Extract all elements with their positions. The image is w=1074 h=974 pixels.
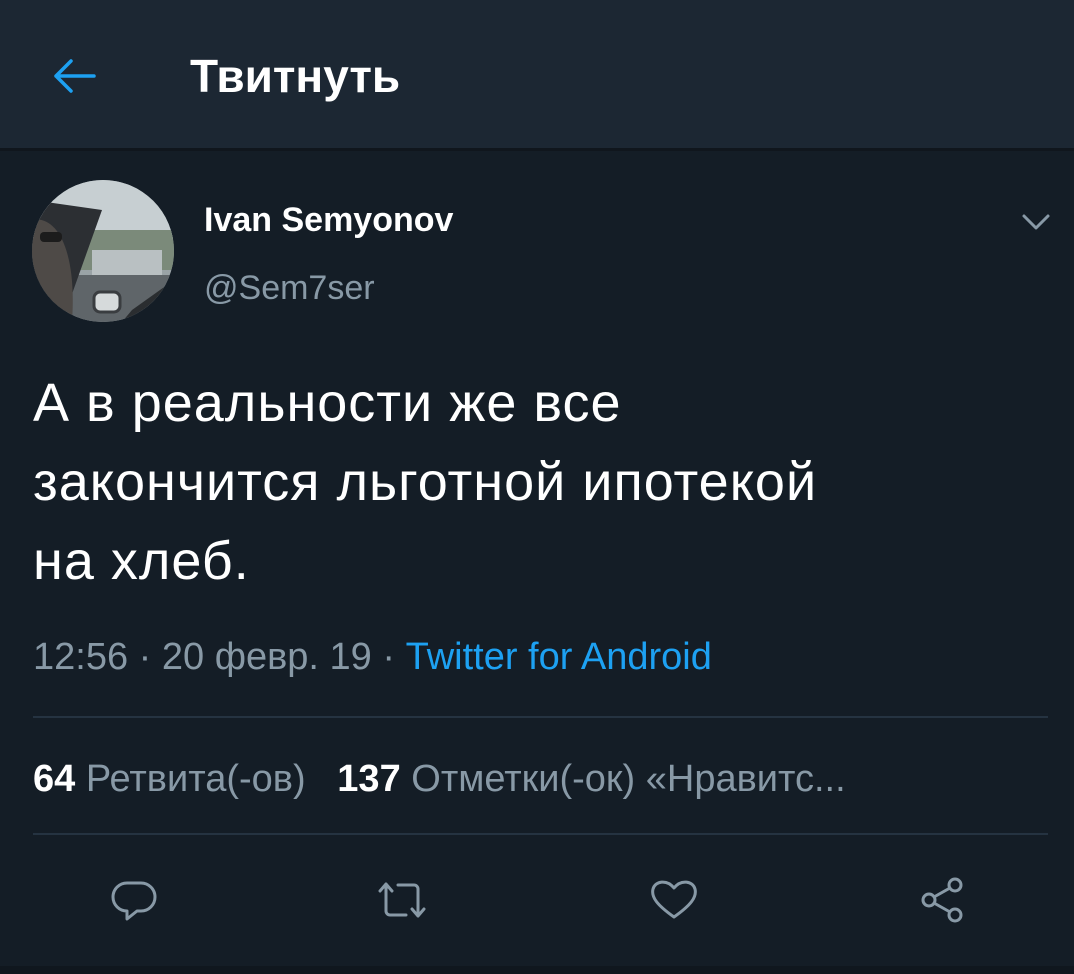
bottom-divider: [0, 966, 1074, 974]
avatar[interactable]: [32, 180, 174, 322]
tweet-time: 12:56: [33, 636, 129, 678]
author-display-name[interactable]: Ivan Semyonov: [204, 198, 453, 242]
top-app-bar: Твитнуть: [0, 0, 1074, 148]
tweet-meta: 12:56 · 20 февр. 19 · Twitter for Androi…: [33, 632, 712, 682]
like-button[interactable]: [642, 868, 706, 932]
share-icon: [921, 877, 963, 923]
reply-icon: [111, 881, 157, 921]
heart-icon: [651, 880, 697, 919]
chevron-down-icon: [1022, 214, 1050, 230]
tweet-text-line: закончится льготной ипотекой: [33, 452, 818, 512]
tweet-text-line: на хлеб.: [33, 531, 250, 591]
back-button[interactable]: [48, 50, 100, 102]
author-handle[interactable]: @Sem7ser: [204, 266, 375, 310]
divider: [33, 716, 1048, 718]
avatar-photo: [32, 180, 174, 322]
tweet-text: А в реальности же все закончится льготно…: [33, 364, 1033, 601]
tweet-source-link[interactable]: Twitter for Android: [406, 636, 712, 678]
meta-separator: ·: [382, 636, 396, 678]
retweets-stat[interactable]: 64 Ретвита(-ов): [33, 758, 306, 800]
retweet-icon: [378, 882, 426, 918]
retweets-count: 64: [33, 758, 76, 800]
likes-label: Отметки(-ок) «Нравитс...: [411, 758, 846, 800]
tweet-stats: 64 Ретвита(-ов) 137 Отметки(-ок) «Нравит…: [33, 754, 1033, 804]
retweets-label: Ретвита(-ов): [85, 758, 306, 800]
likes-stat[interactable]: 137 Отметки(-ок) «Нравитс...: [337, 758, 845, 800]
page-title: Твитнуть: [190, 50, 401, 102]
meta-separator: ·: [138, 636, 152, 678]
arrow-left-icon: [54, 59, 96, 93]
tweet-menu-button[interactable]: [1016, 204, 1056, 238]
retweet-button[interactable]: [370, 868, 434, 932]
reply-button[interactable]: [102, 868, 166, 932]
likes-count: 137: [337, 758, 401, 800]
divider: [33, 833, 1048, 835]
share-button[interactable]: [910, 868, 974, 932]
tweet-date: 20 февр. 19: [161, 636, 372, 678]
tweet-text-line: А в реальности же все: [33, 373, 622, 433]
header-divider: [0, 148, 1074, 151]
